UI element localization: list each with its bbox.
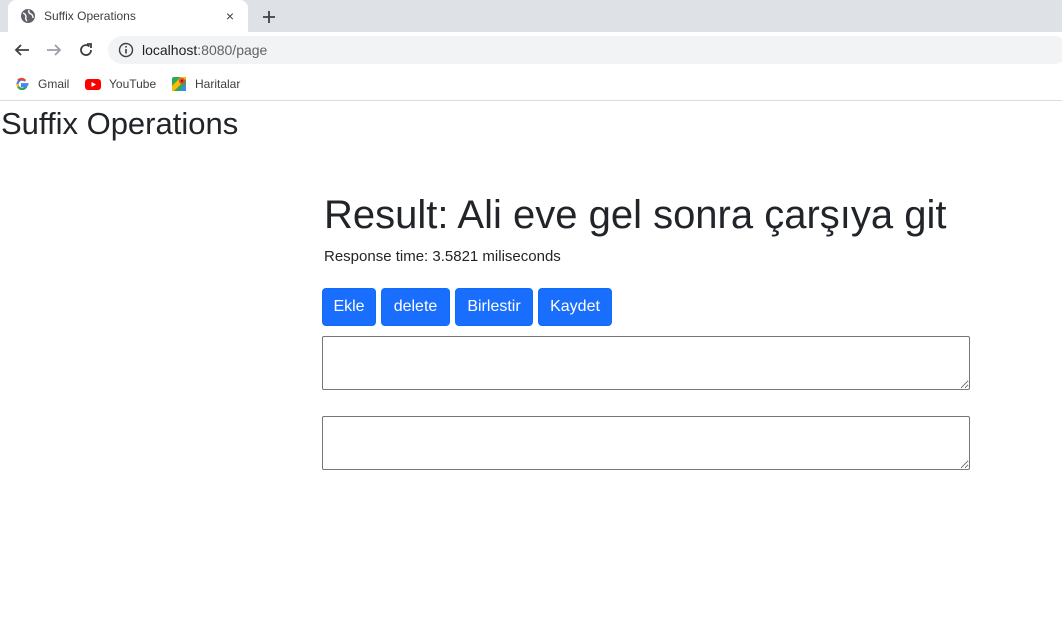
plus-icon — [263, 11, 275, 23]
save-button[interactable]: Kaydet — [538, 288, 612, 326]
close-tab-icon[interactable]: × — [222, 8, 238, 24]
arrow-right-icon — [47, 44, 62, 56]
back-button[interactable] — [12, 40, 32, 60]
tab-strip: Suffix Operations × — [0, 0, 1062, 32]
url-path: :8080/page — [197, 42, 268, 58]
page-content: Suffix Operations Result: Ali eve gel so… — [0, 102, 1062, 631]
bookmark-gmail[interactable]: Gmail — [14, 75, 69, 93]
action-buttons: Ekle delete Birlestir Kaydet — [322, 288, 612, 326]
page-title: Suffix Operations — [1, 106, 239, 141]
forward-button[interactable] — [44, 40, 64, 60]
reload-button[interactable] — [76, 40, 96, 60]
address-bar[interactable]: localhost:8080/page — [108, 36, 1062, 64]
bookmark-youtube[interactable]: YouTube — [85, 75, 156, 93]
response-time: Response time: 3.5821 miliseconds — [324, 248, 561, 265]
bookmark-label: Gmail — [38, 77, 70, 91]
arrow-left-icon — [14, 44, 29, 56]
youtube-icon — [85, 76, 101, 92]
google-icon — [14, 76, 30, 92]
maps-icon — [171, 76, 187, 92]
browser-tab[interactable]: Suffix Operations × — [8, 0, 248, 32]
output-textarea[interactable] — [322, 416, 970, 470]
bookmark-haritalar[interactable]: Haritalar — [171, 75, 240, 93]
result-heading: Result: Ali eve gel sonra çarşıya git — [324, 193, 947, 237]
add-button[interactable]: Ekle — [322, 288, 376, 326]
delete-button[interactable]: delete — [381, 288, 450, 326]
url-host: localhost — [142, 42, 198, 58]
bookmarks-bar: Gmail YouTube Haritalar — [0, 68, 1062, 101]
url-text: localhost:8080/page — [142, 42, 267, 58]
globe-icon — [20, 8, 36, 24]
info-icon[interactable] — [118, 42, 134, 58]
bookmark-label: Haritalar — [195, 77, 241, 91]
reload-icon — [80, 43, 92, 56]
input-textarea[interactable] — [322, 336, 970, 390]
bookmark-label: YouTube — [109, 77, 157, 91]
new-tab-button[interactable] — [258, 6, 280, 28]
browser-toolbar: localhost:8080/page — [0, 32, 1062, 68]
tab-title: Suffix Operations — [44, 9, 136, 23]
merge-button[interactable]: Birlestir — [455, 288, 533, 326]
